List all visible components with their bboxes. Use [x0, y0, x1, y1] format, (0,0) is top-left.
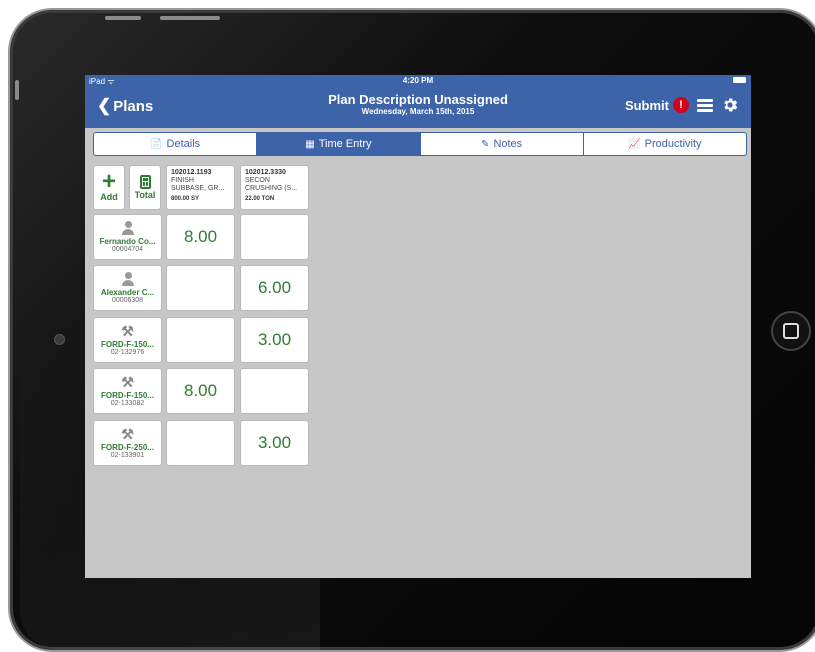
home-button-square-icon [783, 323, 799, 339]
gear-icon[interactable] [721, 96, 739, 114]
home-button[interactable] [771, 311, 811, 351]
column-header-102012-3330[interactable]: 102012.3330 SECON CRUSHING (S... 22.00 T… [240, 165, 309, 210]
time-cell[interactable]: 6.00 [240, 265, 309, 311]
time-cell[interactable] [240, 368, 309, 414]
app-screen: iPad ᯤ 4:20 PM ❮ Plans Plan Description … [85, 75, 751, 578]
column-desc-line1: FINISH [171, 177, 194, 184]
row-header-person[interactable]: Alexander C... 00006308 [93, 265, 162, 311]
tab-details[interactable]: 📄 Details [94, 133, 258, 155]
row-header-equipment[interactable]: ⚒ FORD-F-150... 02-132976 [93, 317, 162, 363]
tab-time-entry[interactable]: ▦ Time Entry [257, 133, 421, 155]
column-header-102012-1193[interactable]: 102012.1193 FINISH SUBBASE, GR... 800.00… [166, 165, 235, 210]
calculator-icon [139, 175, 151, 189]
tab-label: Time Entry [318, 138, 372, 150]
row-id: 02-133901 [110, 452, 145, 459]
row-id: 00006308 [111, 297, 144, 304]
clock: 4:20 PM [402, 76, 434, 85]
document-icon: 📄 [150, 138, 163, 150]
column-desc-line2: CRUSHING (S... [245, 185, 298, 192]
total-label: Total [134, 190, 156, 200]
front-camera [54, 334, 65, 345]
row-header-equipment[interactable]: ⚒ FORD-F-250... 02-133901 [93, 420, 162, 466]
time-cell[interactable]: 8.00 [166, 214, 235, 260]
column-quantity: 800.00 SY [171, 196, 200, 202]
grid-icon: ▦ [305, 138, 315, 150]
row-header-person[interactable]: Fernando Co... 00004704 [93, 214, 162, 260]
row-id: 02-133082 [110, 400, 145, 407]
status-bar: iPad ᯤ 4:20 PM [85, 75, 751, 86]
person-icon [121, 221, 134, 235]
tab-productivity[interactable]: 📈 Productivity [584, 133, 746, 155]
plus-icon: + [101, 168, 116, 195]
sleep-button [105, 16, 141, 20]
volume-button [160, 16, 220, 20]
column-desc-line2: SUBBASE, GR... [171, 185, 225, 192]
row-name: FORD-F-150... [101, 340, 154, 349]
row-id: 00004704 [111, 246, 144, 253]
submit-button[interactable]: Submit ! [625, 97, 689, 113]
battery-icon [733, 77, 746, 83]
time-cell[interactable]: 3.00 [240, 317, 309, 363]
time-cell[interactable]: 3.00 [240, 420, 309, 466]
tab-notes[interactable]: ✎ Notes [421, 133, 584, 155]
time-cell[interactable] [166, 265, 235, 311]
tools-icon: ⚒ [121, 323, 134, 339]
add-label: Add [100, 192, 118, 202]
add-button[interactable]: + Add [93, 165, 125, 210]
tab-label: Productivity [644, 138, 702, 150]
chart-icon: 📈 [628, 138, 641, 150]
column-quantity: 22.00 TON [245, 196, 275, 202]
tab-bar: 📄 Details ▦ Time Entry ✎ Notes 📈 Product… [93, 132, 747, 156]
total-button[interactable]: Total [129, 165, 161, 210]
time-cell[interactable] [166, 420, 235, 466]
row-name: Fernando Co... [99, 237, 156, 246]
nav-bar: ❮ Plans Plan Description Unassigned Wedn… [85, 86, 751, 128]
row-name: FORD-F-150... [101, 391, 154, 400]
person-icon [121, 272, 134, 286]
time-cell[interactable] [240, 214, 309, 260]
column-code: 102012.1193 [171, 169, 212, 176]
row-header-equipment[interactable]: ⚒ FORD-F-150... 02-133082 [93, 368, 162, 414]
time-cell[interactable]: 8.00 [166, 368, 235, 414]
tab-label: Details [166, 138, 201, 150]
row-name: Alexander C... [100, 288, 155, 297]
column-desc-line1: SECON [245, 177, 270, 184]
tools-icon: ⚒ [121, 374, 134, 390]
alert-icon: ! [673, 97, 689, 113]
row-id: 02-132976 [110, 349, 145, 356]
row-name: FORD-F-250... [101, 443, 154, 452]
column-code: 102012.3330 [245, 169, 286, 176]
side-switch [15, 80, 19, 100]
tab-label: Notes [493, 138, 523, 150]
menu-icon[interactable] [697, 98, 713, 112]
time-cell[interactable] [166, 317, 235, 363]
tools-icon: ⚒ [121, 426, 134, 442]
nav-actions: Submit ! [625, 96, 739, 114]
submit-label: Submit [624, 97, 669, 113]
edit-icon: ✎ [481, 138, 490, 150]
